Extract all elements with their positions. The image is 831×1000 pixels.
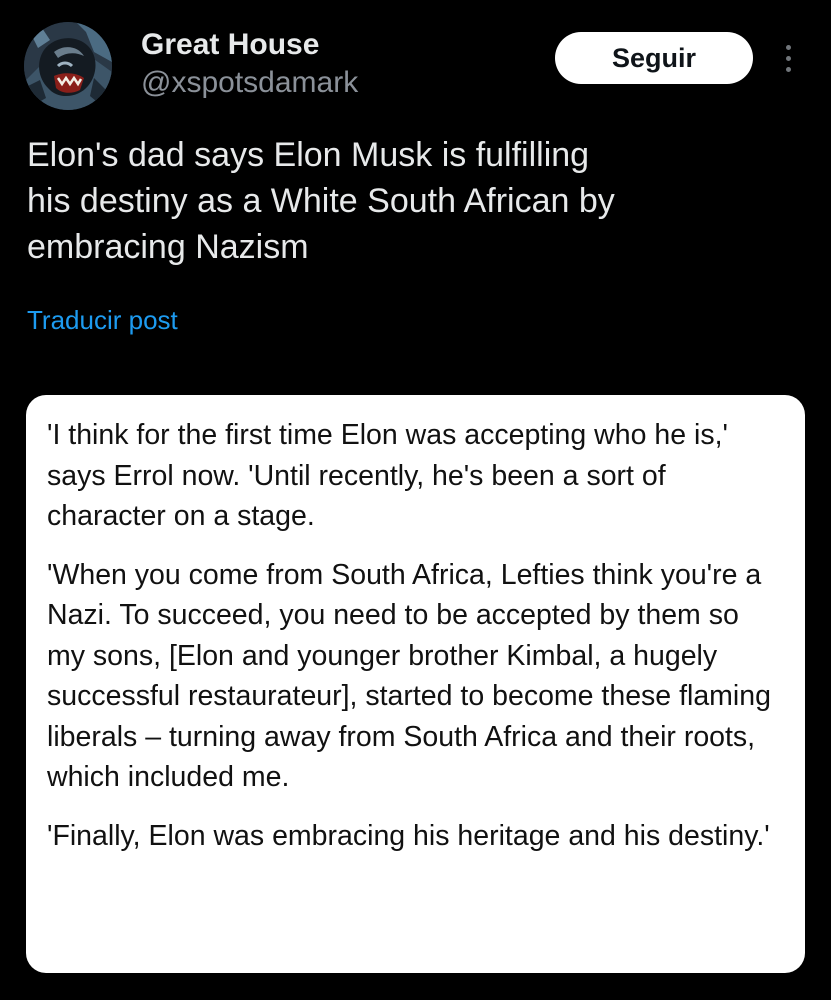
quote-image-card[interactable]: 'I think for the first time Elon was acc… [26, 395, 805, 973]
post-text: Elon's dad says Elon Musk is fulfilling … [27, 136, 615, 266]
post-header: Great House @xspotsdamark Seguir [24, 22, 807, 110]
more-dot [785, 55, 791, 61]
follow-button[interactable]: Seguir [555, 32, 753, 84]
quote-paragraph: 'I think for the first time Elon was acc… [47, 419, 728, 532]
author-display-name[interactable]: Great House [141, 28, 358, 62]
quote-paragraph: 'When you come from South Africa, Leftie… [47, 558, 771, 794]
author-names: Great House @xspotsdamark [141, 28, 358, 100]
gorilla-avatar-icon [24, 22, 112, 110]
author-handle[interactable]: @xspotsdamark [141, 66, 358, 100]
more-dot [785, 66, 791, 72]
more-dot [785, 44, 791, 50]
translate-post-link[interactable]: Traducir post [27, 304, 178, 336]
quote-paragraph: 'Finally, Elon was embracing his heritag… [47, 819, 770, 852]
avatar[interactable] [24, 22, 112, 110]
more-vertical-icon[interactable] [776, 40, 800, 76]
